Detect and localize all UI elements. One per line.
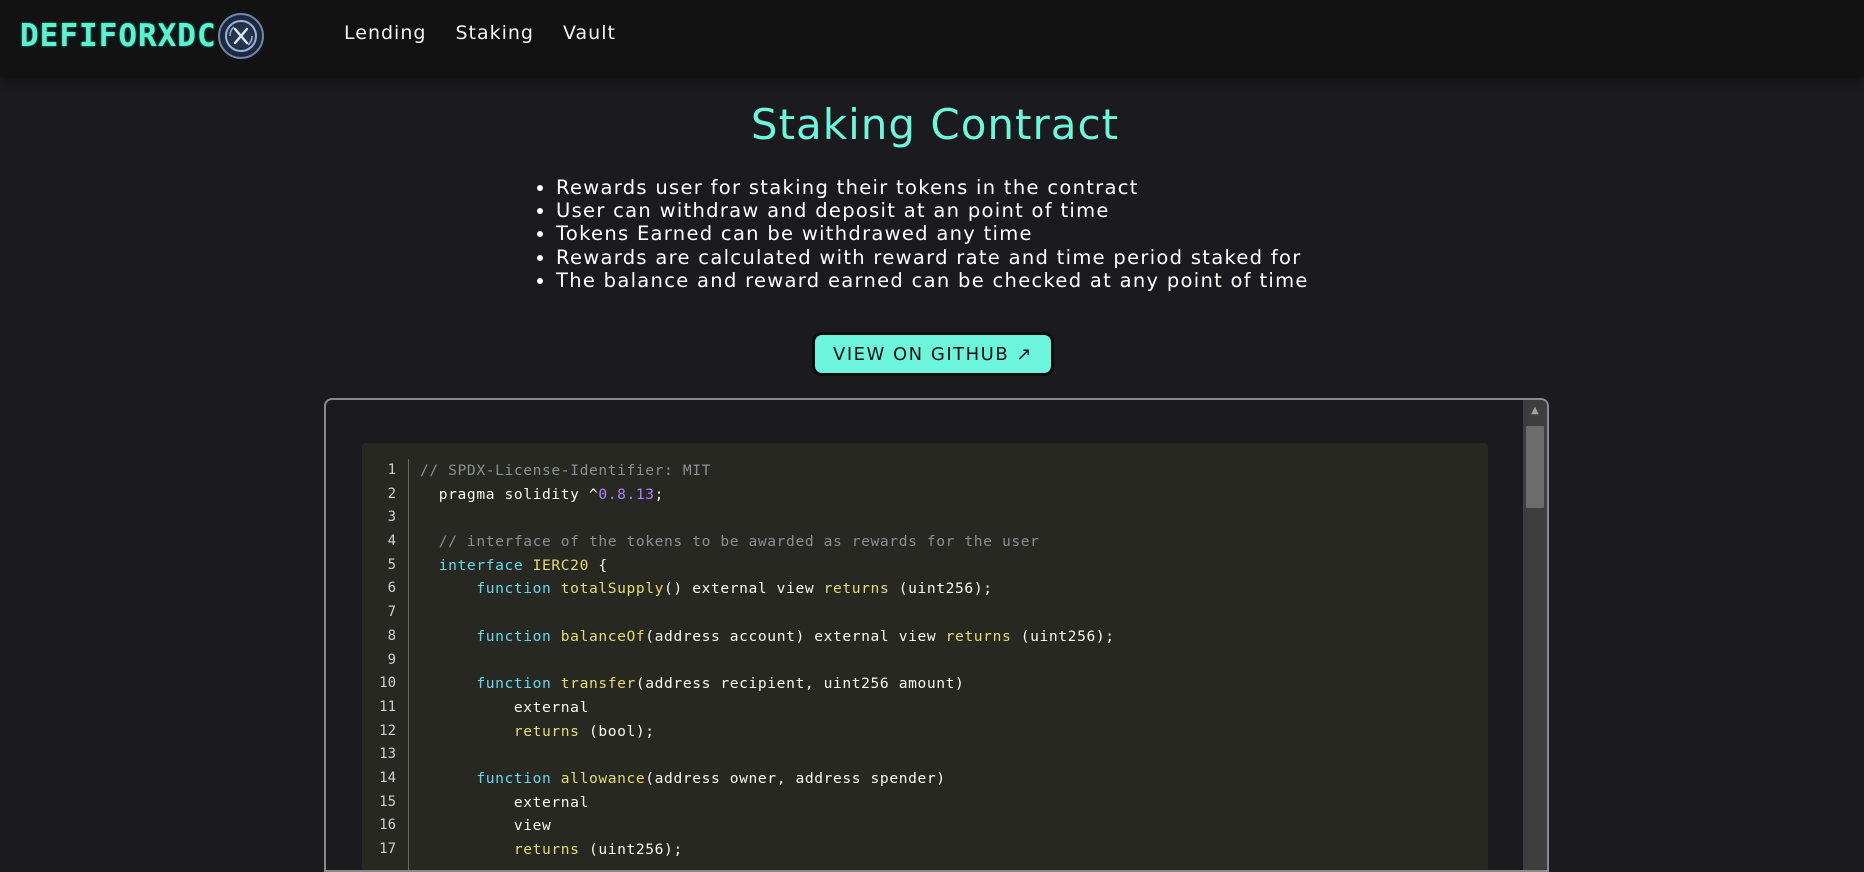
nav-links: Lending Staking Vault: [344, 22, 645, 44]
code-token: returns: [945, 627, 1012, 645]
code-token: function: [420, 769, 561, 787]
code-line: // interface of the tokens to be awarded…: [420, 530, 1115, 554]
code-line: view: [420, 814, 1115, 838]
code-content: // SPDX-License-Identifier: MIT pragma s…: [420, 459, 1115, 862]
code-token: (address recipient, uint256 amount): [635, 675, 965, 693]
code-token: 0.8.13: [598, 485, 655, 503]
code-token: ;: [654, 485, 665, 503]
feature-item: Rewards are calculated with reward rate …: [556, 246, 1309, 269]
code-line: function transfer(address recipient, uin…: [420, 672, 1115, 696]
line-number: 9: [387, 651, 396, 668]
line-number: 14: [379, 769, 396, 786]
code-line: external: [420, 791, 1115, 815]
code-token: IERC20: [532, 556, 589, 574]
code-token: (uint256);: [889, 580, 993, 598]
code-token: balanceOf: [560, 627, 646, 645]
scroll-thumb[interactable]: [1526, 426, 1544, 508]
line-number: 16: [379, 817, 396, 834]
code-token: returns: [420, 722, 580, 740]
code-token: pragma solidity ^: [420, 485, 599, 503]
feature-item: Tokens Earned can be withdrawed any time: [556, 222, 1309, 245]
line-number: 8: [387, 627, 396, 644]
code-viewer[interactable]: 1 2 3 4 5 6 7 8 9 10 11 12 13 14 15 16 17 // SPDX-Licens…: [324, 398, 1549, 872]
code-token: view: [420, 817, 552, 835]
line-number: 4: [387, 533, 396, 550]
navbar: DEFIFORXDC Lending Staking Vault: [0, 0, 1864, 76]
code-token: transfer: [560, 675, 636, 693]
code-token: {: [588, 556, 608, 574]
xdc-coin-icon: [217, 13, 264, 59]
code-token: () external view: [664, 580, 824, 598]
logo-text: DEFIFORXDC: [20, 18, 217, 54]
line-number: 11: [379, 698, 396, 715]
line-number: 1: [387, 462, 396, 478]
code-token: function: [420, 627, 561, 645]
line-number: 5: [387, 556, 396, 573]
line-number: 12: [379, 722, 396, 739]
vertical-scrollbar[interactable]: ▲: [1523, 400, 1547, 870]
code-token: totalSupply: [560, 580, 665, 598]
code-token: (address owner, address spender): [645, 769, 946, 787]
code-token: interface: [420, 556, 533, 574]
code-line: returns (bool);: [420, 720, 1115, 744]
code-token: (address account) external view: [645, 627, 946, 645]
line-number: 7: [387, 604, 396, 621]
page-title: Staking Contract: [750, 100, 1120, 149]
feature-item: User can withdraw and deposit at an poin…: [556, 199, 1309, 222]
code-token: returns: [823, 580, 890, 598]
code-line: function allowance(address owner, addres…: [420, 767, 1115, 791]
code-token: external: [420, 698, 589, 716]
nav-link-lending[interactable]: Lending: [344, 22, 426, 44]
code-token: // interface of the tokens to be awarded…: [420, 533, 1040, 551]
code-line: pragma solidity ^0.8.13;: [420, 483, 1115, 507]
line-number: 13: [379, 746, 396, 763]
code-line: interface IERC20 {: [420, 554, 1115, 578]
code-line: // SPDX-License-Identifier: MIT: [420, 459, 1115, 483]
line-number: 2: [387, 485, 396, 502]
feature-list: Rewards user for staking their tokens in…: [536, 176, 1309, 292]
nav-link-staking[interactable]: Staking: [455, 22, 534, 44]
logo[interactable]: DEFIFORXDC: [20, 12, 264, 60]
line-number: 3: [387, 509, 396, 526]
code-token: function: [420, 580, 561, 598]
code-token: external: [420, 793, 589, 811]
scroll-up-arrow-icon[interactable]: ▲: [1523, 400, 1547, 420]
code-panel: 1 2 3 4 5 6 7 8 9 10 11 12 13 14 15 16 17 // SPDX-Licens…: [362, 443, 1488, 870]
code-token: (bool);: [579, 722, 655, 740]
code-token: // SPDX-License-Identifier: MIT: [420, 462, 711, 479]
code-token: function: [420, 675, 561, 693]
line-number: 15: [379, 793, 396, 810]
code-line: function totalSupply() external view ret…: [420, 577, 1115, 601]
feature-item: Rewards user for staking their tokens in…: [556, 176, 1309, 199]
feature-item: The balance and reward earned can be che…: [556, 269, 1309, 292]
code-token: (uint256);: [1011, 627, 1115, 645]
line-number: 10: [379, 675, 396, 692]
code-line: function balanceOf(address account) exte…: [420, 625, 1115, 649]
line-number: 6: [387, 580, 396, 597]
view-on-github-button[interactable]: VIEW ON GITHUB ↗: [815, 335, 1051, 373]
code-token: allowance: [560, 769, 646, 787]
code-line: external: [420, 696, 1115, 720]
line-number-gutter: 1 2 3 4 5 6 7 8 9 10 11 12 13 14 15 16 17: [362, 459, 409, 870]
nav-link-vault[interactable]: Vault: [563, 22, 616, 44]
